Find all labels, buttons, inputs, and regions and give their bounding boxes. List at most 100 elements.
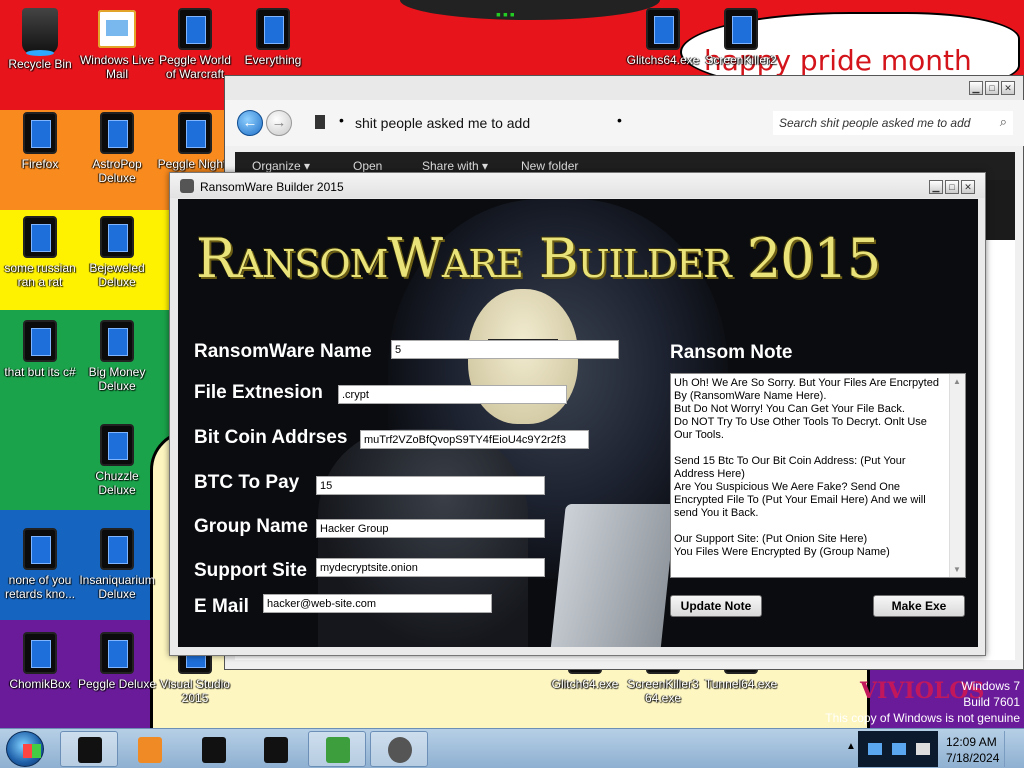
watermark-line-2: Build 7601	[963, 695, 1020, 709]
ransomware-name-label: RansomWare Name	[194, 341, 372, 362]
desktop-icon-label: Visual Studio 2015	[160, 677, 230, 705]
forward-arrow-icon[interactable]: →	[266, 110, 292, 136]
builder-window-controls: ▁ □ ✕	[929, 180, 975, 194]
volume-icon[interactable]	[916, 743, 930, 755]
clock-date[interactable]: 7/18/2024	[946, 751, 999, 765]
desktop-icon-everything[interactable]: Everything	[233, 8, 313, 67]
desktop-icon-label: ChomikBox	[9, 677, 71, 691]
desktop-icon-label: Big Money Deluxe	[88, 365, 146, 393]
breadcrumb-current[interactable]: shit people asked me to add	[355, 115, 530, 131]
taskbar-button-app-1[interactable]	[184, 731, 242, 767]
maximize-icon[interactable]: □	[985, 81, 999, 95]
path-bar[interactable]: • shit people asked me to add • ▼ ↻	[303, 111, 832, 135]
builder-client-area: RansomWare Builder 2015 RansomWare Name …	[178, 199, 978, 647]
desktop-icon-russian-rat[interactable]: some russian ran a rat	[0, 216, 80, 289]
desktop-icon-firefox[interactable]: Firefox	[0, 112, 80, 171]
hacker-arm-image	[318, 429, 528, 647]
ransom-note-scrollbar[interactable]: ▲ ▼	[949, 374, 965, 577]
explorer-titlebar[interactable]	[225, 76, 1023, 100]
btc-to-pay-label: BTC To Pay	[194, 472, 300, 493]
email-field[interactable]: hacker@web-site.com	[263, 594, 492, 613]
desktop-icon-label: Glitch64.exe	[551, 677, 619, 691]
file-extension-field[interactable]: .crypt	[338, 385, 567, 404]
show-desktop-button[interactable]	[1004, 731, 1014, 767]
start-button[interactable]	[6, 731, 44, 767]
organize-menu[interactable]: Organize ▾	[252, 159, 310, 173]
app-icon	[100, 632, 134, 674]
app-icon	[100, 320, 134, 362]
minimize-icon[interactable]: ▁	[929, 180, 943, 194]
explorer-address-bar: ← → • shit people asked me to add • ▼ ↻ …	[225, 100, 1024, 146]
taskbar-button-ransomware-builder[interactable]	[370, 731, 428, 767]
back-arrow-icon[interactable]: ←	[237, 110, 263, 136]
desktop-icon-insaniquarium[interactable]: Insaniquarium Deluxe	[77, 528, 157, 601]
desktop-icon-peggle-nights[interactable]: Peggle Nights	[155, 112, 235, 171]
minimize-icon[interactable]: ▁	[969, 81, 983, 95]
desktop-icon-label: Insaniquarium Deluxe	[79, 573, 155, 601]
close-icon[interactable]: ✕	[1001, 81, 1015, 95]
breadcrumb-separator-icon[interactable]: •	[617, 112, 622, 128]
open-button[interactable]: Open	[353, 159, 382, 173]
app-icon	[256, 8, 290, 50]
desktop-icon-peggle-deluxe[interactable]: Peggle Deluxe	[77, 632, 157, 691]
builder-window[interactable]: RansomWare Builder 2015 ▁ □ ✕ RansomWare…	[169, 172, 986, 656]
wallpaper-character-eyes: ▪▪▪	[496, 6, 517, 22]
scroll-up-icon[interactable]: ▲	[953, 377, 961, 386]
app-icon	[100, 528, 134, 570]
ransom-note-text: Uh Oh! We Are So Sorry. But Your Files A…	[674, 377, 939, 558]
app-icon	[23, 216, 57, 258]
share-with-menu[interactable]: Share with ▾	[422, 159, 488, 173]
btc-to-pay-field[interactable]: 15	[316, 476, 545, 495]
search-input[interactable]: Search shit people asked me to add ⌕	[773, 111, 1013, 135]
desktop-icon-chomikbox[interactable]: ChomikBox	[0, 632, 80, 691]
desktop-icon-label: some russian ran a rat	[4, 261, 76, 289]
maximize-icon[interactable]: □	[945, 180, 959, 194]
breadcrumb-separator-icon[interactable]: •	[339, 112, 344, 128]
windows-watermark: Windows 7 Build 7601 This copy of Window…	[825, 678, 1020, 726]
desktop-icon-label: ScreenKiller2	[705, 53, 777, 67]
clock-time[interactable]: 12:09 AM	[946, 735, 997, 749]
desktop-icon-peggle-wow[interactable]: Peggle World of Warcraft	[155, 8, 235, 81]
search-icon[interactable]: ⌕	[1000, 114, 1007, 130]
desktop-icon-label: that but its c#	[4, 365, 76, 379]
group-name-field[interactable]: Hacker Group	[316, 519, 545, 538]
desktop-icon-label: Peggle Deluxe	[77, 677, 157, 691]
desktop-icon-chuzzle[interactable]: Chuzzle Deluxe	[77, 424, 157, 497]
new-folder-button[interactable]: New folder	[521, 159, 578, 173]
ransom-note-label: Ransom Note	[670, 342, 793, 363]
taskbar-button-media-player[interactable]	[120, 731, 178, 767]
desktop-icon-windows-live-mail[interactable]: Windows Live Mail	[77, 8, 157, 81]
desktop-icon-astropop[interactable]: AstroPop Deluxe	[77, 112, 157, 185]
support-site-field[interactable]: mydecryptsite.onion	[316, 558, 545, 577]
desktop-icon-none-of-you[interactable]: none of you retards kno...	[0, 528, 80, 601]
taskbar-button-app-2[interactable]	[246, 731, 304, 767]
app-icon	[23, 528, 57, 570]
desktop-icon-label: none of you retards kno...	[4, 573, 76, 601]
ransom-note-textarea[interactable]: Uh Oh! We Are So Sorry. But Your Files A…	[670, 373, 966, 578]
desktop-icon-big-money[interactable]: Big Money Deluxe	[77, 320, 157, 393]
desktop-icon-label: Windows Live Mail	[79, 53, 155, 81]
tray-app-icon[interactable]	[868, 743, 882, 755]
skull-icon	[388, 737, 412, 763]
network-icon[interactable]	[892, 743, 906, 755]
ransomware-name-field[interactable]: 5	[391, 340, 619, 359]
desktop-icon-label: Firefox	[21, 157, 59, 171]
make-exe-button[interactable]: Make Exe	[873, 595, 965, 617]
taskbar-button-messenger[interactable]	[308, 731, 366, 767]
bitcoin-address-field[interactable]: muTrf2VZoBfQvopS9TY4fEioU4c9Y2r2f3	[360, 430, 589, 449]
tray-expand-icon[interactable]: ▲	[846, 741, 856, 752]
desktop-icon-bejeweled[interactable]: Bejeweled Deluxe	[77, 216, 157, 289]
builder-titlebar[interactable]: RansomWare Builder 2015	[170, 173, 985, 198]
app-icon	[23, 320, 57, 362]
desktop-icon-glitchs64[interactable]: Glitchs64.exe	[623, 8, 703, 67]
system-tray: ▲ 12:09 AM 7/18/2024	[846, 731, 1016, 767]
taskbar-button-explorer[interactable]	[60, 731, 118, 767]
desktop-icon-recycle-bin[interactable]: Recycle Bin	[0, 8, 80, 71]
file-extension-label: File Extnesion	[194, 382, 323, 403]
scroll-down-icon[interactable]: ▼	[953, 565, 961, 574]
explorer-view-strip	[985, 180, 1015, 240]
desktop-icon-screenkiller2[interactable]: ScreenKiller2	[701, 8, 781, 67]
desktop-icon-that-but-csharp[interactable]: that but its c#	[0, 320, 80, 379]
update-note-button[interactable]: Update Note	[670, 595, 762, 617]
close-icon[interactable]: ✕	[961, 180, 975, 194]
